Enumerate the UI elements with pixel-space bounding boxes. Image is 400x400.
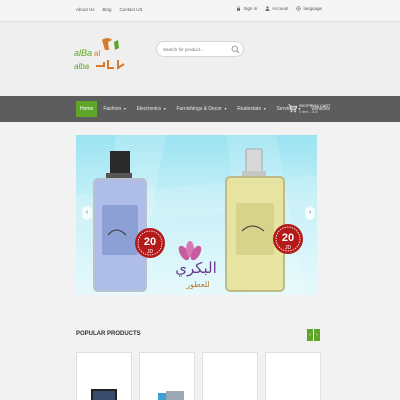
popular-next-button[interactable]: › — [314, 329, 320, 341]
product-card[interactable] — [202, 352, 258, 400]
language-selector[interactable]: language — [296, 6, 322, 11]
language-label: language — [303, 6, 322, 11]
header — [0, 22, 400, 96]
site-logo[interactable]: alBa al alba — [74, 36, 130, 76]
signin-link[interactable]: Sign in — [236, 6, 257, 11]
shopping-cart[interactable]: SHOPPING CART 0 item - JD0 — [288, 100, 338, 118]
about-us-link[interactable]: About Us — [76, 7, 95, 12]
popular-prev-button[interactable]: ‹ — [307, 329, 313, 341]
product-image-laptop — [91, 389, 117, 400]
search-icon[interactable] — [231, 45, 240, 54]
price-right: 20 — [282, 232, 294, 244]
nav-item-furnishings-decor[interactable]: Furnishings & Decor ▼ — [172, 101, 231, 117]
top-right-links: Sign in Account language — [236, 6, 322, 11]
nav-item-label: Electronics — [136, 106, 162, 112]
nav-item-home[interactable]: Home — [76, 101, 98, 117]
nav-item-realestate[interactable]: Realestate ▼ — [233, 101, 270, 117]
caret-down-icon: ▼ — [222, 107, 228, 111]
nav-item-label: Fashion — [103, 106, 122, 112]
search-box — [156, 41, 244, 57]
search-input[interactable] — [163, 45, 231, 54]
hero-banner[interactable]: 20 JD 20 JD البكري للعطور — [76, 135, 317, 295]
lock-icon — [237, 6, 241, 11]
cart-icon — [288, 104, 297, 113]
price-left: 20 — [144, 236, 156, 248]
signin-label: Sign in — [243, 6, 258, 11]
blog-link[interactable]: Blog — [103, 7, 112, 12]
cart-summary: 0 item - JD0 — [299, 110, 318, 114]
banner-next-button[interactable]: › — [305, 206, 315, 220]
nav-item-label: Realestate — [237, 106, 262, 112]
contact-us-link[interactable]: Contact US — [120, 7, 143, 12]
caret-down-icon: ▼ — [262, 107, 267, 111]
product-card[interactable] — [76, 352, 132, 400]
brand-name: البكري — [175, 259, 217, 278]
top-links: About Us Blog Contact US — [76, 7, 143, 12]
globe-icon — [296, 6, 302, 11]
main-nav: Home Fashion ▼ Electronics ▼ Furnishings & … — [0, 96, 400, 122]
account-link[interactable]: Account — [265, 6, 288, 11]
product-image-box — [158, 391, 184, 400]
currency-right: JD — [285, 245, 292, 251]
svg-text:alBa: alBa — [74, 48, 92, 58]
nav-item-label: Furnishings & Decor — [176, 106, 222, 112]
banner-prev-button[interactable]: ‹ — [82, 206, 92, 220]
svg-text:alba: alba — [74, 62, 90, 71]
nav-item-label: Home — [80, 106, 94, 112]
product-card[interactable] — [139, 352, 195, 400]
currency-left: JD — [147, 249, 154, 255]
product-card[interactable] — [265, 352, 321, 400]
popular-products-title: POPULAR PRODUCTS — [76, 331, 141, 337]
caret-down-icon: ▼ — [122, 107, 127, 111]
account-label: Account — [272, 6, 289, 11]
banner-artwork: 20 JD 20 JD البكري للعطور — [76, 135, 317, 295]
brand-subtitle: للعطور — [185, 280, 210, 289]
top-bar: About Us Blog Contact US Sign in Account… — [0, 0, 400, 22]
caret-down-icon: ▼ — [162, 107, 167, 111]
cart-title: SHOPPING CART — [299, 104, 331, 108]
nav-item-electronics[interactable]: Electronics ▼ — [133, 101, 171, 117]
nav-item-fashion[interactable]: Fashion ▼ — [99, 101, 130, 117]
svg-text:al: al — [94, 49, 100, 58]
user-icon — [265, 6, 270, 11]
